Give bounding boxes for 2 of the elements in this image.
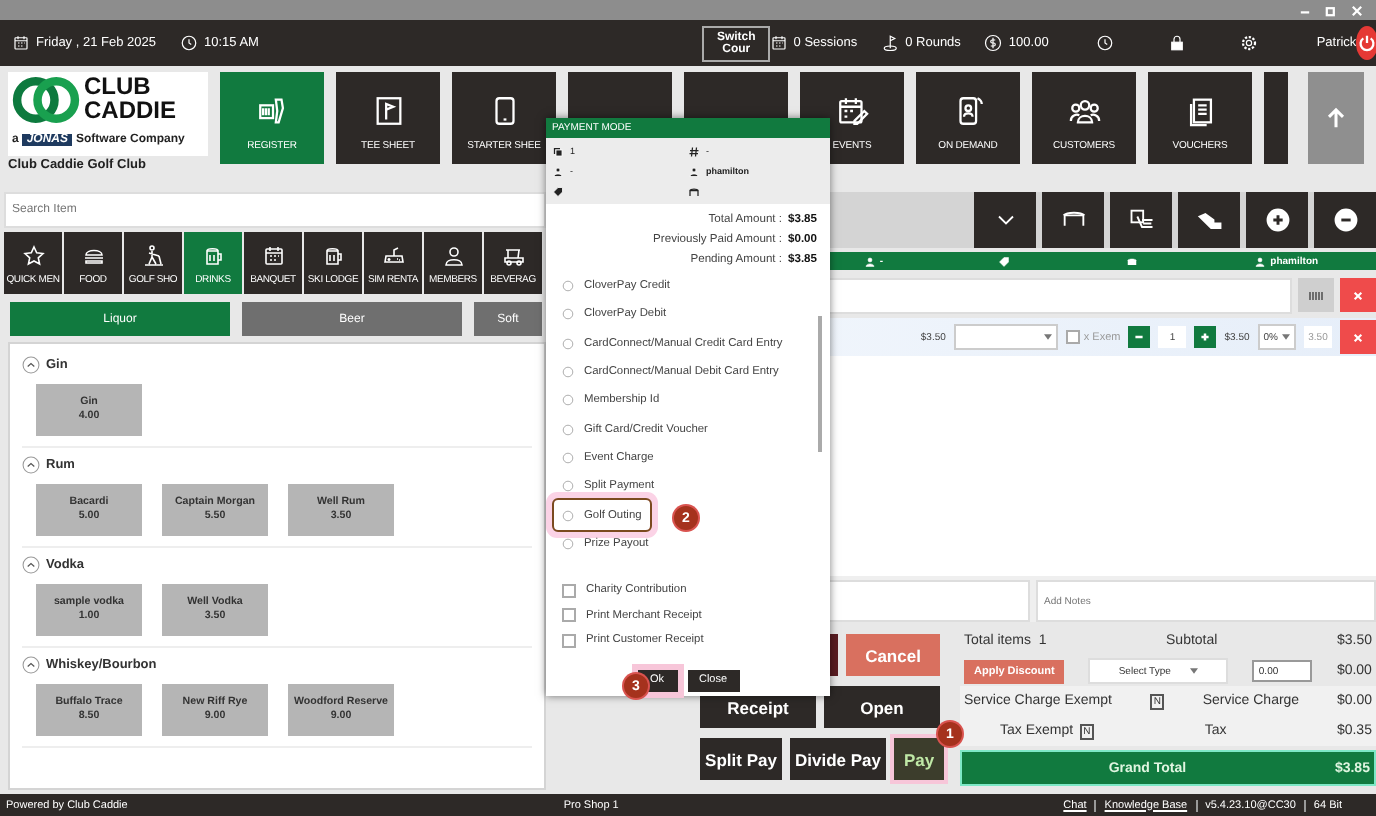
- logo-text: CLUB: [84, 74, 153, 98]
- logo-text: CADDIE: [84, 98, 179, 122]
